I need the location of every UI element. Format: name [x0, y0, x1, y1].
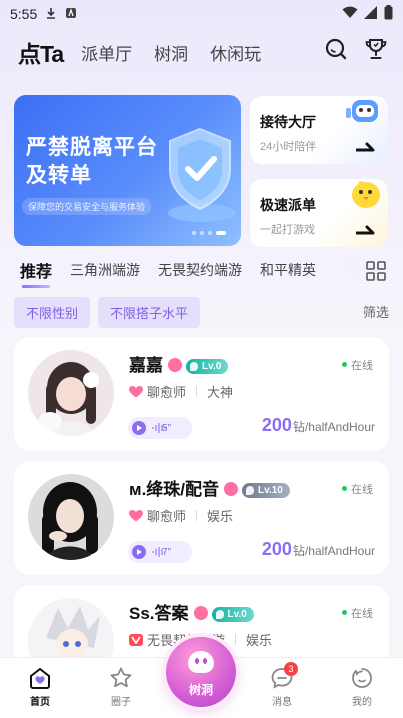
- heart-icon: [129, 509, 143, 522]
- category-tabs: 推荐 三角洲端游 无畏契约端游 和平精英: [0, 256, 403, 288]
- fast-dispatch-title: 极速派单: [260, 197, 316, 213]
- play-icon[interactable]: [132, 545, 146, 559]
- search-icon[interactable]: [323, 36, 349, 62]
- nav-home[interactable]: 首页: [10, 666, 70, 708]
- role-row: 聊愈师 娱乐: [129, 506, 233, 525]
- home-icon: [28, 666, 52, 690]
- center-button-label: 树洞: [188, 683, 213, 697]
- online-status: 在线: [342, 481, 373, 497]
- grid-menu-icon[interactable]: [365, 260, 387, 282]
- tab-delta-pc[interactable]: 三角洲端游: [70, 260, 140, 280]
- blob-mascot-icon: [188, 651, 214, 673]
- female-icon: [193, 606, 208, 620]
- profile-icon: [350, 666, 374, 690]
- banner-pagination: [192, 231, 226, 235]
- wifi-icon: [342, 6, 358, 22]
- voice-intro[interactable]: 7": [128, 541, 192, 563]
- role-row: 聊愈师 大神: [129, 382, 233, 401]
- download-icon: [45, 7, 57, 22]
- valorant-icon: [129, 633, 143, 646]
- filter-bar: 不限性别 不限搭子水平: [14, 297, 201, 328]
- level-badge: Lv.10: [242, 483, 290, 498]
- user-name: м.绛珠/配音 Lv.10: [129, 475, 290, 500]
- list-item[interactable]: м.绛珠/配音 Lv.10 在线 聊愈师 娱乐 7" 200钻/halfAndHo…: [14, 461, 389, 575]
- banner-subtitle: 保障您的交易安全与服务体验: [22, 198, 152, 215]
- trophy-icon[interactable]: [363, 36, 389, 62]
- reception-hall-subtitle: 24小时陪伴: [260, 141, 317, 153]
- female-icon: [224, 482, 239, 496]
- message-badge: 3: [284, 662, 298, 676]
- tab-paidanting[interactable]: 派单厅: [81, 40, 132, 65]
- nav-messages[interactable]: 3 消息: [252, 662, 312, 708]
- reception-hall-title: 接待大厅: [260, 114, 316, 130]
- reception-hall-card[interactable]: 接待大厅 24小时陪伴: [250, 96, 388, 164]
- fast-dispatch-subtitle: 一起打游戏: [260, 224, 315, 236]
- signal-icon: [364, 6, 378, 22]
- play-icon[interactable]: [132, 421, 146, 435]
- level-badge: Lv.0: [211, 607, 254, 622]
- fast-dispatch-card[interactable]: 极速派单 一起打游戏: [250, 179, 388, 247]
- app-notify-icon: [65, 7, 77, 22]
- blue-mascot-icon: [344, 96, 384, 135]
- promo-banner[interactable]: 严禁脱离平台 及转单 保障您的交易安全与服务体验: [14, 95, 241, 246]
- status-time: 5:55: [10, 6, 38, 22]
- treehole-center-button[interactable]: 树洞: [166, 637, 236, 707]
- avatar[interactable]: [28, 350, 114, 436]
- nav-mine[interactable]: 我的: [332, 666, 392, 708]
- heart-icon: [129, 385, 143, 398]
- tab-valorant-pc[interactable]: 无畏契约端游: [158, 260, 242, 280]
- arrow-right-icon: [355, 140, 376, 158]
- battery-icon: [384, 5, 393, 23]
- tab-xiuxianwan[interactable]: 休闲玩: [210, 40, 261, 65]
- arrow-right-icon: [355, 223, 376, 241]
- list-item[interactable]: 嘉嘉 Lv.0 在线 聊愈师 大神 5" 200钻/halfAndHour: [14, 337, 389, 451]
- level-badge: Lv.0: [186, 359, 229, 374]
- voice-intro[interactable]: 5": [128, 417, 192, 439]
- waveform-icon: [152, 547, 166, 557]
- top-nav: 点Ta 派单厅 树洞 休闲玩: [0, 34, 403, 70]
- online-status: 在线: [342, 605, 373, 621]
- nav-circle[interactable]: 圈子: [91, 666, 151, 708]
- price: 200钻/halfAndHour: [261, 415, 375, 435]
- gender-filter[interactable]: 不限性别: [14, 297, 91, 328]
- role-label: 聊愈师: [147, 509, 187, 524]
- waveform-icon: [152, 423, 166, 433]
- tag-label: 大神: [207, 385, 234, 400]
- shield-check-icon: [164, 125, 238, 230]
- tab-shudong[interactable]: 树洞: [154, 40, 188, 65]
- star-icon: [109, 666, 133, 690]
- tag-label: 娱乐: [246, 633, 273, 648]
- user-name: 嘉嘉 Lv.0: [129, 351, 229, 376]
- tab-peace-elite[interactable]: 和平精英: [260, 260, 316, 280]
- role-label: 聊愈师: [147, 385, 187, 400]
- online-status: 在线: [342, 357, 373, 373]
- filter-button[interactable]: 筛选: [363, 302, 389, 321]
- status-bar: 5:55: [0, 0, 403, 28]
- user-name: Ss.答案 Lv.0: [129, 599, 254, 624]
- chick-mascot-icon: [344, 179, 384, 218]
- banner-title-line1: 严禁脱离平台: [26, 136, 158, 159]
- avatar[interactable]: [28, 474, 114, 560]
- brand-logo[interactable]: 点Ta: [18, 35, 64, 69]
- tag-label: 娱乐: [207, 509, 234, 524]
- banner-title-line2: 及转单: [26, 164, 92, 187]
- tab-recommend[interactable]: 推荐: [20, 258, 52, 288]
- price: 200钻/halfAndHour: [261, 539, 375, 559]
- female-icon: [168, 358, 182, 372]
- skill-level-filter[interactable]: 不限搭子水平: [98, 297, 201, 328]
